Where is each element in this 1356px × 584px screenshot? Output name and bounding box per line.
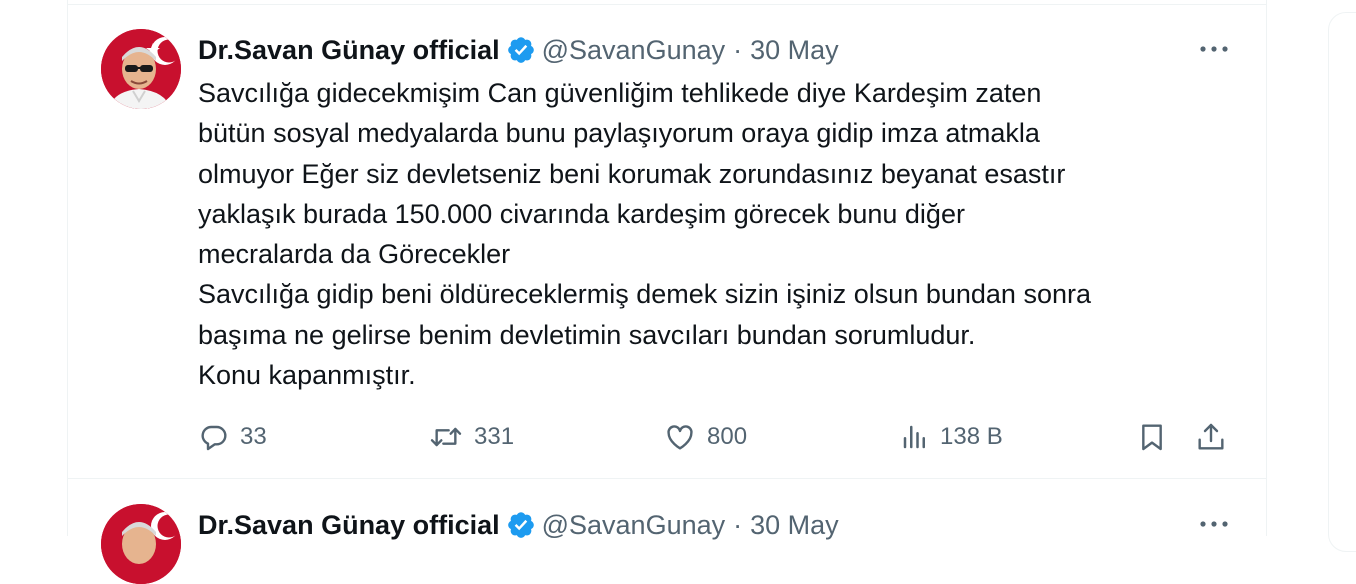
more-options-icon[interactable] (1196, 35, 1232, 63)
tweet-text-line: olmuyor Eğer siz devletseniz beni koruma… (198, 158, 1066, 189)
tweet-text-line: Konu kapanmıştır. (198, 360, 416, 391)
tweet-text: Savcılığa gidecekmişim Can güvenliğim te… (198, 73, 1238, 395)
repost-button[interactable]: 331 (428, 417, 514, 457)
avatar[interactable] (101, 504, 181, 584)
avatar[interactable] (101, 29, 181, 109)
tweet[interactable]: Dr.Savan Günay official @SavanGunay · 30… (68, 5, 1266, 479)
tweet-text-line: yaklaşık burada 150.000 civarında kardeş… (198, 198, 965, 229)
repost-icon (428, 421, 464, 453)
share-button[interactable] (1193, 417, 1229, 457)
like-button[interactable]: 800 (663, 417, 747, 457)
tweet-text-line: Savcılığa gidip beni öldüreceklermiş dem… (198, 279, 1091, 310)
more-options-icon[interactable] (1196, 510, 1232, 538)
tweet[interactable]: Dr.Savan Günay official @SavanGunay · 30… (68, 480, 1266, 584)
tweet-text-line: bütün sosyal medyalarda bunu paylaşıyoru… (198, 118, 1040, 149)
author-display-name[interactable]: Dr.Savan Günay official (198, 35, 500, 66)
reply-count: 33 (240, 423, 267, 450)
tweet-header: Dr.Savan Günay official @SavanGunay · 30… (198, 31, 839, 69)
tweet-text-line: Savcılığa gidecekmişim Can güvenliğim te… (198, 78, 1042, 108)
tweet-text-line: mecralarda da Görecekler (198, 239, 511, 270)
verified-badge-icon[interactable] (506, 35, 536, 65)
reply-button[interactable]: 33 (198, 417, 267, 457)
bookmark-button[interactable] (1136, 417, 1168, 457)
reply-icon (198, 421, 230, 453)
views-count: 138 B (940, 423, 1003, 450)
analytics-icon (900, 421, 930, 453)
share-icon (1193, 421, 1229, 453)
tweet-header: Dr.Savan Günay official @SavanGunay · 30… (198, 506, 839, 544)
tweet-text-line: başıma ne gelirse benim devletimin savcı… (198, 319, 976, 350)
views-button[interactable]: 138 B (900, 417, 1003, 457)
heart-icon (663, 421, 697, 453)
tweet-date[interactable]: 30 May (750, 35, 839, 66)
tweet-actions: 33 331 800 138 B (198, 417, 1238, 457)
bookmark-icon (1136, 421, 1168, 453)
author-handle[interactable]: @SavanGunay (542, 35, 726, 66)
like-count: 800 (707, 423, 748, 450)
header-separator: · (733, 34, 743, 65)
timeline-feed: Dr.Savan Günay official @SavanGunay · 30… (67, 0, 1267, 584)
sidebar-search-panel (1328, 12, 1356, 552)
repost-count: 331 (474, 423, 515, 450)
